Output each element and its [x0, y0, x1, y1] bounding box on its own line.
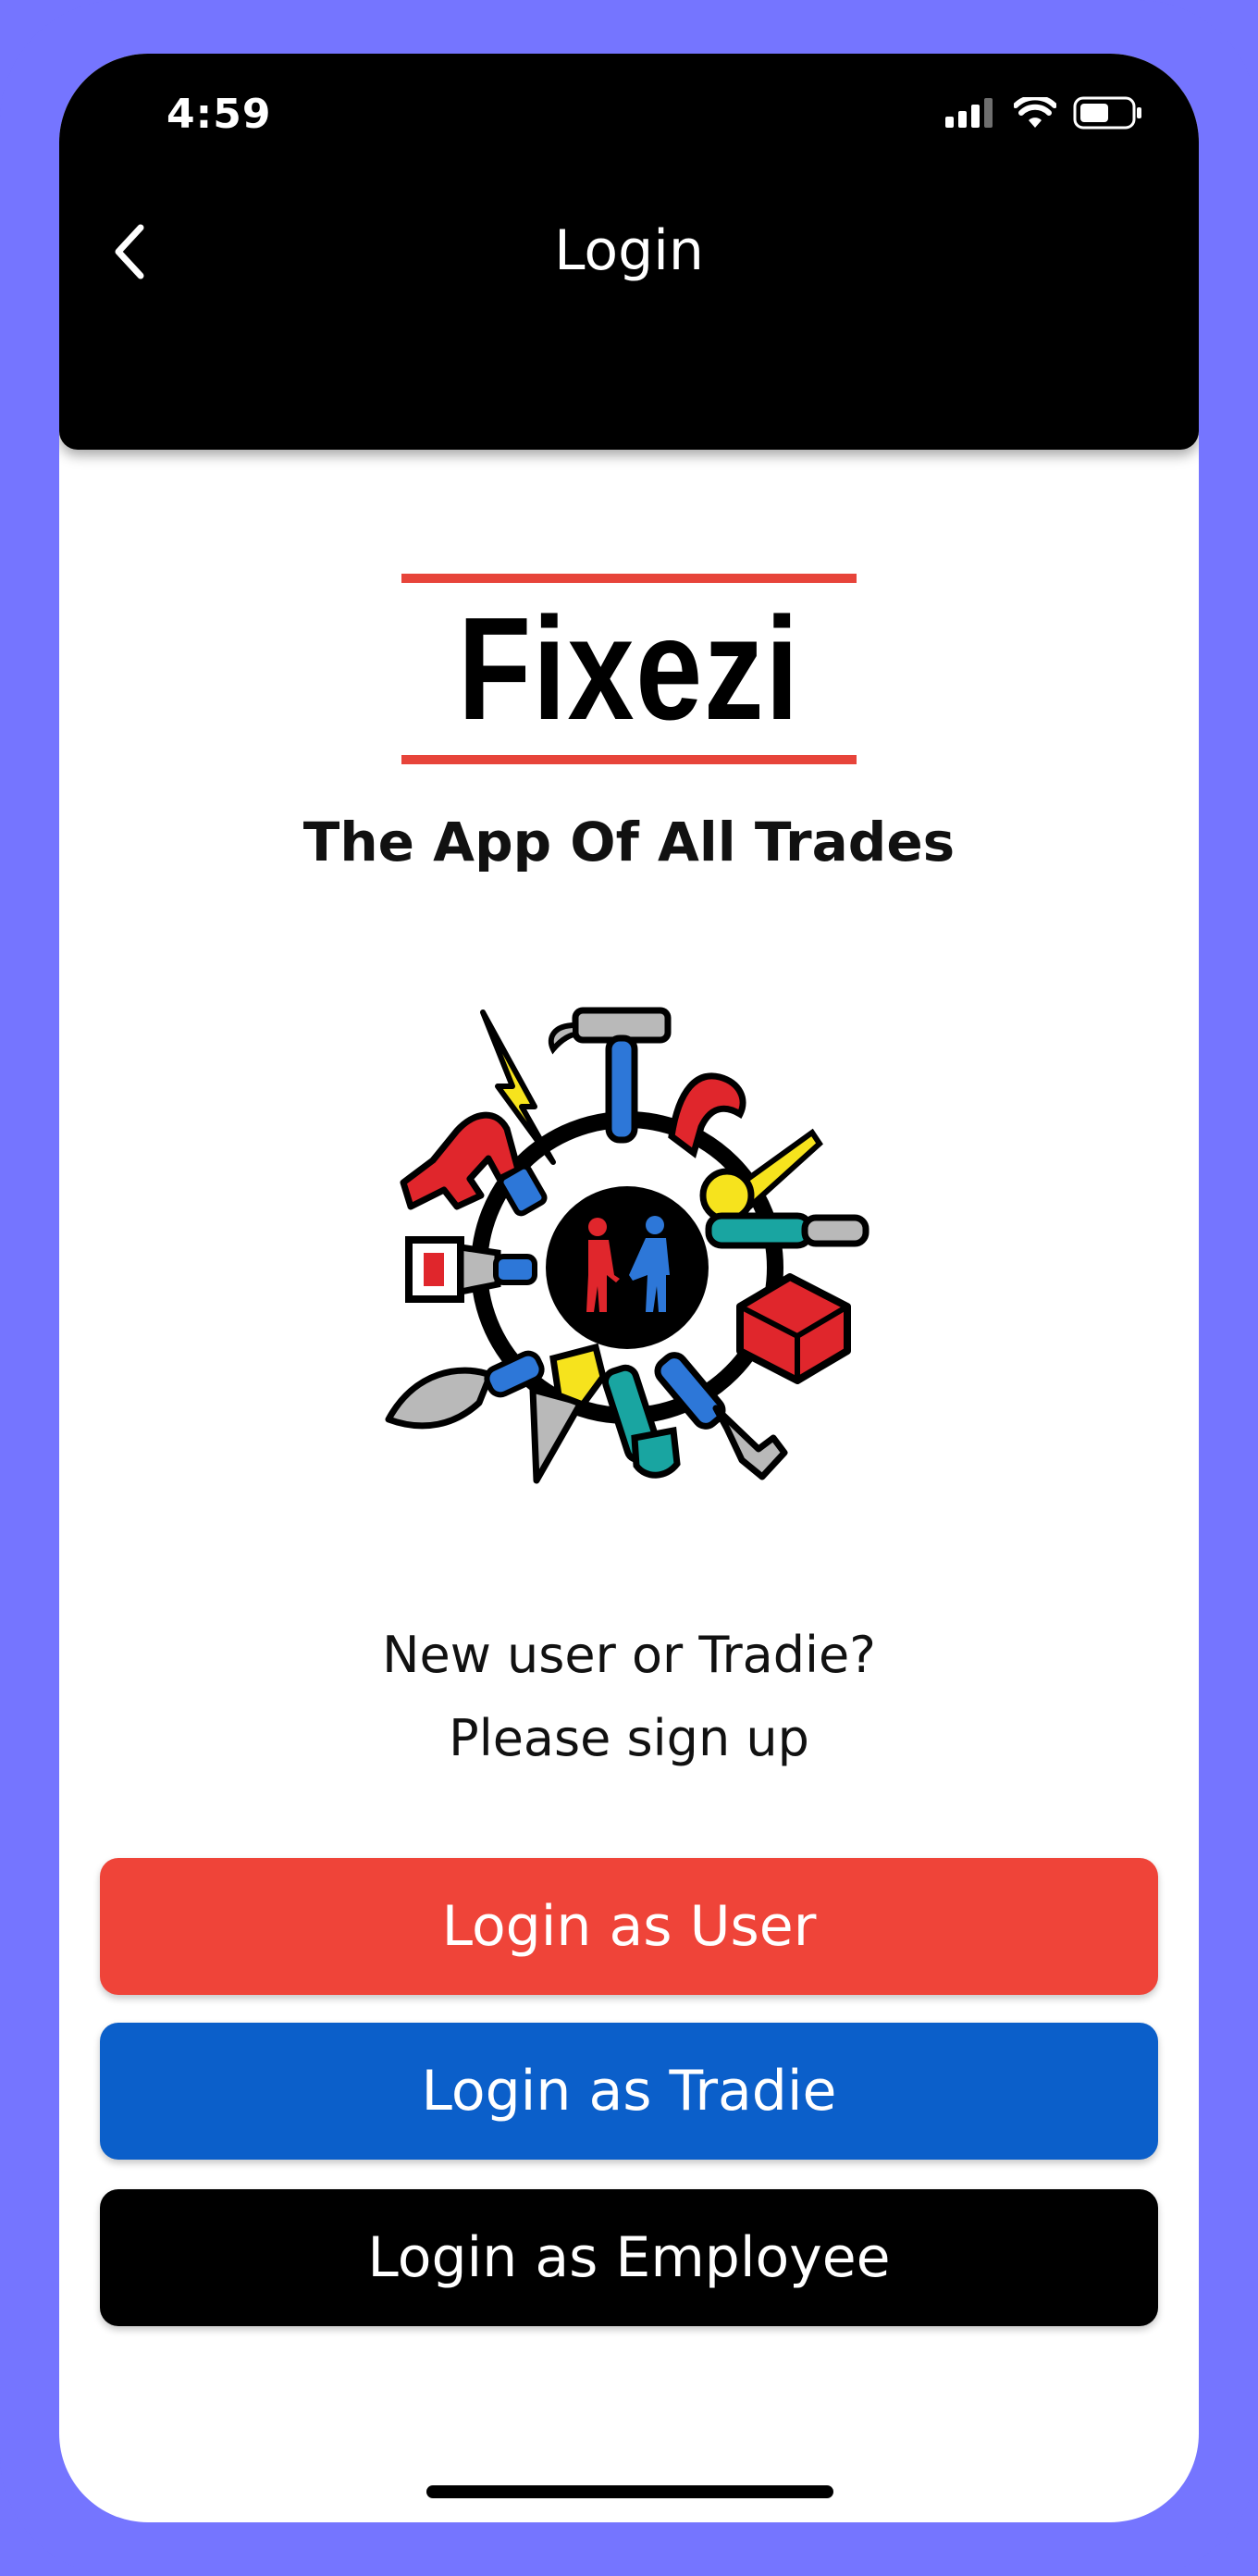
signup-prompt-line2: Please sign up	[449, 1709, 809, 1767]
logo-wordmark: Fixezi	[458, 588, 800, 750]
login-as-user-button[interactable]: Login as User	[100, 1858, 1158, 1995]
page-title: Login	[554, 218, 704, 283]
app-screen: 4:59 Login Fixezi The App Of All Trades …	[59, 54, 1199, 2522]
logo-bottom-rule	[401, 755, 857, 764]
login-as-employee-button[interactable]: Login as Employee	[100, 2189, 1158, 2326]
login-as-tradie-button[interactable]: Login as Tradie	[100, 2023, 1158, 2160]
app-tagline: The App Of All Trades	[302, 811, 956, 873]
status-time: 4:59	[166, 91, 272, 138]
signup-prompt: New user or Tradie? Please sign up	[59, 1614, 1199, 1780]
app-logo: Fixezi	[401, 574, 857, 764]
app-header: 4:59 Login	[59, 54, 1199, 450]
signup-prompt-line1: New user or Tradie?	[382, 1626, 876, 1684]
cellular-signal-icon	[945, 98, 997, 131]
battery-icon	[1073, 96, 1143, 133]
home-indicator[interactable]	[426, 2485, 833, 2498]
status-icons	[945, 94, 1143, 133]
wifi-icon	[1013, 94, 1057, 132]
tools-handshake-illustration	[377, 997, 881, 1516]
logo-top-rule	[401, 574, 857, 583]
